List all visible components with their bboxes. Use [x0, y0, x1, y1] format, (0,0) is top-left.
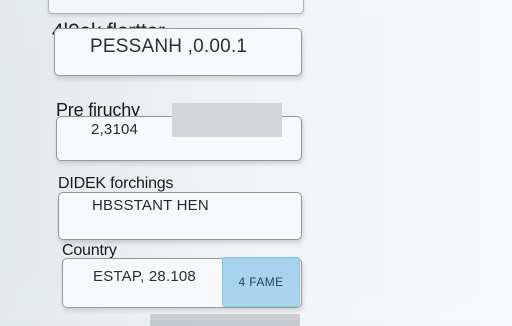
previous-field-box[interactable]: [48, 0, 304, 14]
next-field-edge: [150, 314, 300, 326]
field-3-value: HBSSTANT HEN: [92, 197, 209, 214]
field-1-value: PESSANH ,0.00.1: [90, 36, 248, 57]
name-action-button[interactable]: 4 FAME: [222, 257, 300, 307]
field-2-placeholder-block: [172, 103, 282, 137]
field-4-value: ESTAP, 28.108: [93, 268, 196, 285]
field-3-label: DIDEK forchings: [58, 175, 174, 192]
field-2-value: 2,3104: [91, 121, 139, 138]
field-1-input[interactable]: PESSANH ,0.00.1: [54, 28, 302, 76]
field-3-input[interactable]: HBSSTANT HEN: [58, 192, 302, 240]
